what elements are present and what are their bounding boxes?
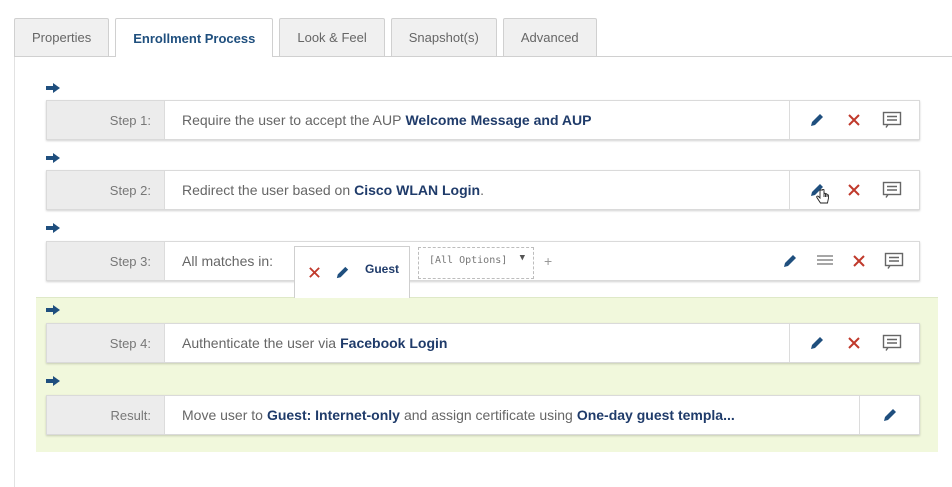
close-icon[interactable] bbox=[841, 177, 867, 203]
step-actions bbox=[789, 171, 919, 209]
comment-icon[interactable] bbox=[879, 107, 905, 133]
arrow-right-icon[interactable] bbox=[46, 83, 60, 93]
result-text-middle: and assign certificate using bbox=[403, 407, 573, 423]
step-actions bbox=[789, 101, 919, 139]
options-dropdown[interactable]: [All Options] ▼ bbox=[418, 247, 534, 279]
guest-label: Guest bbox=[365, 262, 400, 276]
result-actions bbox=[859, 396, 919, 434]
pencil-icon[interactable] bbox=[804, 330, 830, 356]
options-placeholder: [All Options] bbox=[429, 255, 508, 266]
panel-border bbox=[14, 56, 15, 487]
tab-advanced[interactable]: Advanced bbox=[502, 18, 597, 56]
hand-pointer-icon bbox=[816, 189, 829, 204]
step-target-link[interactable]: Facebook Login bbox=[340, 335, 447, 351]
step-text: Require the user to accept the AUP bbox=[182, 112, 402, 128]
tab-properties[interactable]: Properties bbox=[14, 18, 110, 56]
step-actions bbox=[765, 242, 919, 280]
close-icon[interactable] bbox=[841, 330, 867, 356]
close-icon[interactable] bbox=[301, 259, 327, 285]
step-label: Step 3: bbox=[47, 242, 165, 280]
result-row: Result: Move user to Guest: Internet-onl… bbox=[46, 395, 920, 435]
step-text-suffix: . bbox=[480, 182, 484, 198]
step-label: Step 4: bbox=[47, 324, 165, 362]
close-icon[interactable] bbox=[841, 107, 867, 133]
comment-icon[interactable] bbox=[879, 330, 905, 356]
step-description: Require the user to accept the AUP Welco… bbox=[165, 101, 789, 139]
pencil-icon[interactable] bbox=[804, 107, 830, 133]
pencil-icon[interactable] bbox=[877, 402, 903, 428]
tab-bar: Properties Enrollment Process Look & Fee… bbox=[14, 18, 603, 57]
step-description: Authenticate the user via Facebook Login bbox=[165, 324, 789, 362]
arrow-right-icon[interactable] bbox=[46, 376, 60, 386]
arrow-right-icon[interactable] bbox=[46, 223, 60, 233]
result-role-link[interactable]: Guest: Internet-only bbox=[267, 407, 400, 423]
menu-icon[interactable] bbox=[812, 248, 838, 274]
step-text: All matches in: bbox=[182, 253, 274, 269]
caret-down-icon: ▼ bbox=[519, 253, 525, 263]
comment-icon[interactable] bbox=[881, 248, 907, 274]
arrow-right-icon[interactable] bbox=[46, 305, 60, 315]
arrow-right-icon[interactable] bbox=[46, 153, 60, 163]
pencil-icon[interactable] bbox=[804, 177, 830, 204]
pencil-icon[interactable] bbox=[777, 248, 803, 274]
tab-look-and-feel[interactable]: Look & Feel bbox=[279, 18, 385, 56]
step-row-1: Step 1: Require the user to accept the A… bbox=[46, 100, 920, 140]
step-target-link[interactable]: Cisco WLAN Login bbox=[354, 182, 480, 198]
step-description: Redirect the user based on Cisco WLAN Lo… bbox=[165, 171, 789, 209]
result-description: Move user to Guest: Internet-only and as… bbox=[165, 396, 859, 434]
result-template-link[interactable]: One-day guest templa... bbox=[577, 407, 735, 423]
close-icon[interactable] bbox=[846, 248, 872, 274]
step-label: Step 2: bbox=[47, 171, 165, 209]
result-label: Result: bbox=[47, 396, 165, 434]
step-text: Authenticate the user via bbox=[182, 335, 337, 351]
step-actions bbox=[789, 324, 919, 362]
tab-enrollment-process[interactable]: Enrollment Process bbox=[115, 18, 274, 57]
step-row-2: Step 2: Redirect the user based on Cisco… bbox=[46, 170, 920, 210]
result-text: Move user to bbox=[182, 407, 263, 423]
tab-snapshots[interactable]: Snapshot(s) bbox=[390, 18, 497, 56]
guest-match-tab[interactable]: Guest bbox=[294, 246, 410, 298]
step-target-link[interactable]: Welcome Message and AUP bbox=[405, 112, 591, 128]
step-label: Step 1: bbox=[47, 101, 165, 139]
add-match-button[interactable]: + bbox=[544, 253, 552, 269]
step-text: Redirect the user based on bbox=[182, 182, 351, 198]
step-row-4: Step 4: Authenticate the user via Facebo… bbox=[46, 323, 920, 363]
comment-icon[interactable] bbox=[879, 177, 905, 203]
pencil-icon[interactable] bbox=[329, 259, 355, 285]
